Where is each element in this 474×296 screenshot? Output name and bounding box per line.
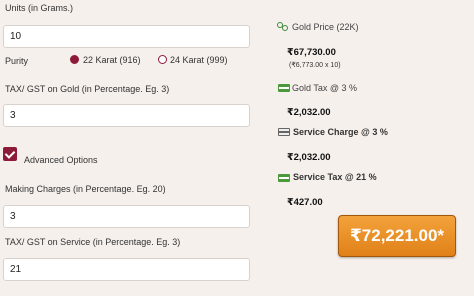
purity-24k-radio[interactable] xyxy=(158,55,167,64)
purity-label: Purity xyxy=(5,56,29,66)
service-tax-label: Service Tax @ 21 % xyxy=(293,172,377,182)
tax-gold-input[interactable]: 3 xyxy=(3,104,250,127)
cash-icon xyxy=(278,174,290,182)
making-charges-input[interactable]: 3 xyxy=(3,205,250,228)
purity-22k-radio[interactable] xyxy=(70,55,79,64)
tax-gold-label: TAX/ GST on Gold (in Percentage. Eg. 3) xyxy=(5,84,170,94)
purity-22k-label: 22 Karat (916) xyxy=(83,55,141,65)
service-tax-value: ₹427.00 xyxy=(287,197,323,208)
service-charge-label: Service Charge @ 3 % xyxy=(293,127,388,137)
credit-card-icon xyxy=(278,128,290,136)
units-input[interactable]: 10 xyxy=(3,25,250,48)
purity-24k-label: 24 Karat (999) xyxy=(170,55,228,65)
advanced-options-label: Advanced Options xyxy=(24,155,98,165)
gold-price-value: ₹67,730.00 xyxy=(287,47,336,58)
tax-service-input[interactable]: 21 xyxy=(3,258,250,281)
gold-tax-value: ₹2,032.00 xyxy=(287,107,331,118)
gold-price-label: Gold Price (22K) xyxy=(292,22,359,32)
gold-price-sub: (₹6,773.00 x 10) xyxy=(289,62,341,69)
gold-tax-label: Gold Tax @ 3 % xyxy=(292,83,357,93)
cash-icon xyxy=(278,84,290,92)
tax-service-label: TAX/ GST on Service (in Percentage. Eg. … xyxy=(5,237,181,247)
advanced-options-checkbox[interactable] xyxy=(3,147,17,161)
making-charges-label: Making Charges (in Percentage. Eg. 20) xyxy=(5,184,166,194)
total-amount-button[interactable]: ₹72,221.00* xyxy=(338,215,456,257)
service-charge-value: ₹2,032.00 xyxy=(287,152,331,163)
coins-icon xyxy=(277,22,289,32)
units-label: Units (in Grams.) xyxy=(5,3,74,13)
